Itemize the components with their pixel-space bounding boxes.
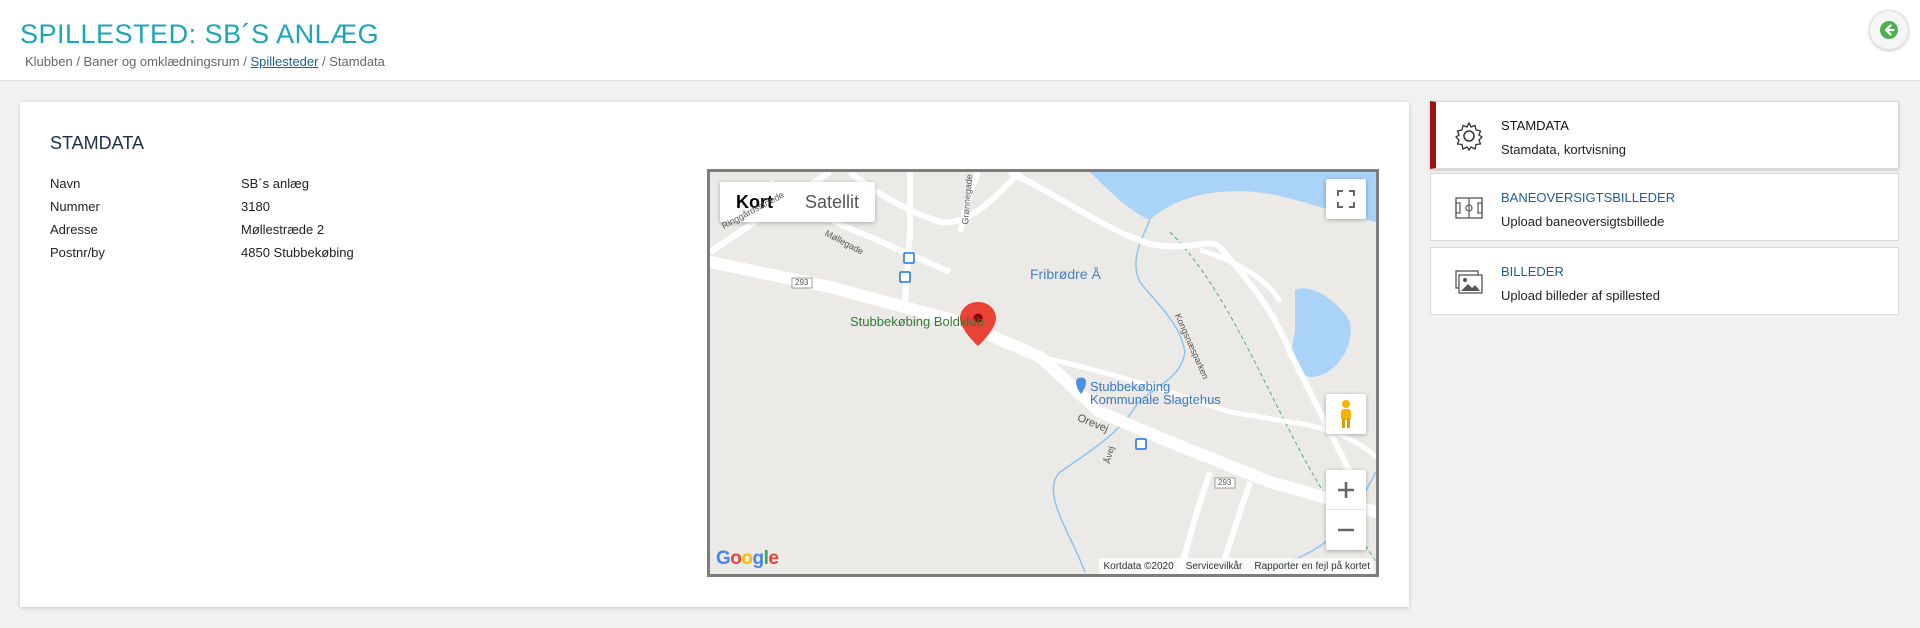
map-label-poi: Stubbekøbing Kommunale Slagtehus [1090, 380, 1221, 406]
breadcrumb-current: / Stamdata [318, 54, 385, 69]
info-value: 4850 Stubbekøbing [241, 245, 354, 260]
map-route-293-east: 293 [1218, 478, 1232, 487]
zoom-in-button[interactable] [1326, 470, 1366, 510]
sidebar-item-billeder[interactable]: BILLEDER Upload billeder af spillested [1430, 247, 1899, 315]
info-row-navn: Navn SB´s anlæg [50, 172, 354, 195]
sidebar-item-baneoversigtsbilleder[interactable]: BANEOVERSIGTSBILLEDER Upload baneoversig… [1430, 173, 1899, 241]
page-header: SPILLESTED: SB´S ANLÆG Klubben / Baner o… [0, 0, 1920, 81]
info-row-adresse: Adresse Møllestræde 2 [50, 218, 354, 241]
breadcrumb-path: Klubben / Baner og omklædningsrum / [25, 54, 251, 69]
zoom-out-button[interactable] [1326, 510, 1366, 550]
section-title: STAMDATA [50, 133, 144, 153]
minus-icon [1338, 528, 1354, 532]
info-table: Navn SB´s anlæg Nummer 3180 Adresse Møll… [50, 172, 354, 264]
sidebar-item-subtitle: Upload billeder af spillested [1501, 288, 1660, 303]
poi-line2: Kommunale Slagtehus [1090, 392, 1221, 407]
map-type-satellit[interactable]: Satellit [789, 182, 875, 222]
sidebar-item-stamdata[interactable]: STAMDATA Stamdata, kortvisning [1430, 101, 1899, 169]
map-label-river: Fribrødre Å [1030, 266, 1101, 282]
sidebar-item-subtitle: Upload baneoversigtsbillede [1501, 214, 1665, 229]
info-label: Nummer [50, 199, 100, 214]
info-label: Adresse [50, 222, 98, 237]
streetview-pegman-button[interactable] [1326, 394, 1366, 434]
info-value: Møllestræde 2 [241, 222, 325, 237]
sidebar-item-title: BILLEDER [1501, 264, 1564, 279]
map-attribution: Kortdata ©2020 Servicevilkår Rapporter e… [1099, 558, 1374, 574]
info-row-postnr: Postnr/by 4850 Stubbekøbing [50, 241, 354, 264]
pegman-icon [1341, 400, 1351, 428]
map-terms-link[interactable]: Servicevilkår [1186, 561, 1243, 572]
map-report-link[interactable]: Rapporter en fejl på kortet [1254, 561, 1370, 572]
map-view[interactable]: Kort Satellit Stubbekøbing Boldklub Frib… [707, 169, 1379, 577]
breadcrumb: Klubben / Baner og omklædningsrum / Spil… [25, 54, 385, 69]
info-label: Postnr/by [50, 245, 105, 260]
page-title: SPILLESTED: SB´S ANLÆG [20, 19, 380, 49]
sidebar-item-title: BANEOVERSIGTSBILLEDER [1501, 190, 1676, 205]
stamdata-card: STAMDATA Navn SB´s anlæg Nummer 3180 Adr… [20, 102, 1409, 607]
map-route-293-west: 293 [795, 278, 809, 287]
sidebar-item-subtitle: Stamdata, kortvisning [1501, 142, 1627, 157]
back-button[interactable] [1869, 10, 1909, 50]
gear-icon [1454, 121, 1484, 152]
info-value: SB´s anlæg [241, 176, 309, 191]
field-layout-icon [1455, 197, 1483, 219]
info-label: Navn [50, 176, 81, 191]
images-icon [1455, 270, 1483, 294]
map-label-club: Stubbekøbing Boldklub [850, 314, 984, 329]
google-logo-text: Google [716, 548, 779, 569]
map-data-credit: Kortdata ©2020 [1103, 560, 1174, 572]
fullscreen-button[interactable] [1326, 179, 1366, 219]
fullscreen-icon [1337, 190, 1355, 208]
breadcrumb-link-spillesteder[interactable]: Spillesteder [250, 54, 318, 69]
sidebar-item-title: STAMDATA [1501, 118, 1569, 133]
info-row-nummer: Nummer 3180 [50, 195, 354, 218]
google-logo[interactable]: Google [716, 548, 779, 570]
arrow-left-circle-icon [1880, 21, 1898, 39]
zoom-controls [1326, 470, 1366, 550]
info-value: 3180 [241, 199, 270, 214]
map-background [710, 172, 1376, 574]
plus-icon [1338, 481, 1354, 498]
